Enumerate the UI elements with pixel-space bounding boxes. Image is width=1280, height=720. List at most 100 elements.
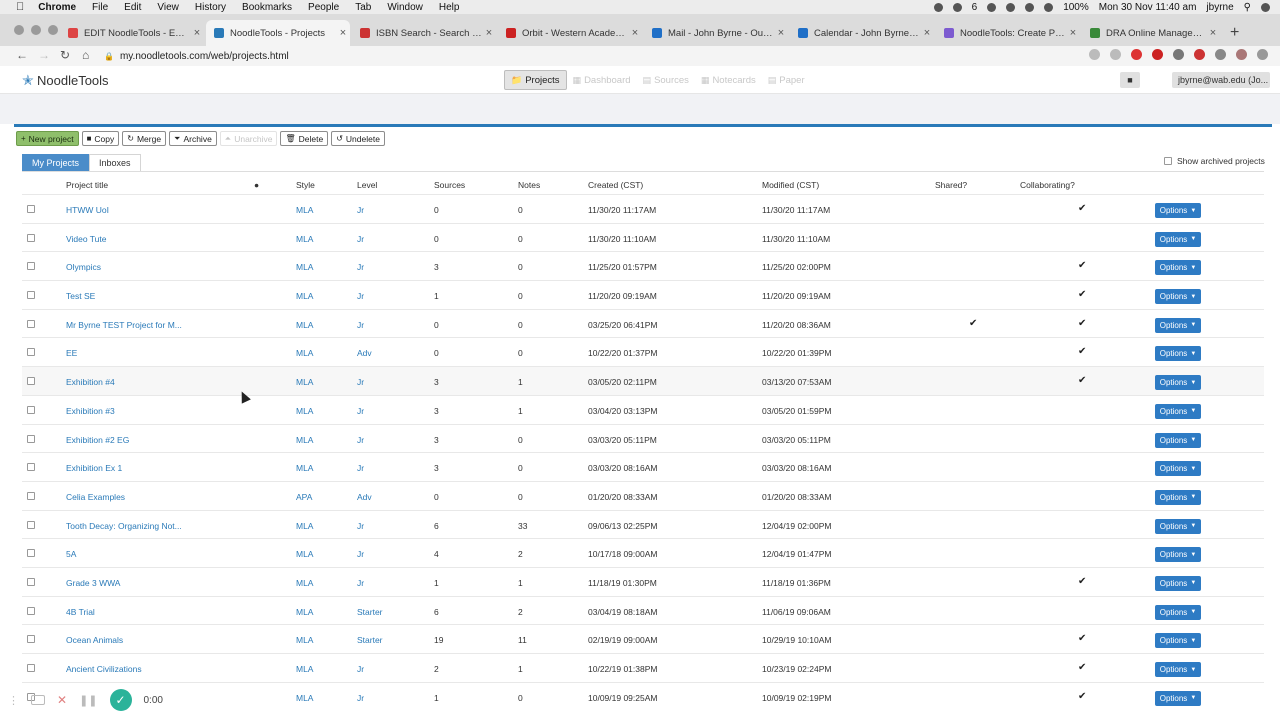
table-row[interactable]: Exhibition #2 EG MLA Jr 3 0 03/03/20 05:11PM 0… — [22, 423, 1264, 453]
menu-history[interactable]: History — [195, 2, 226, 13]
project-title-link[interactable]: Tooth Decay: Organizing Not... — [66, 521, 182, 531]
project-title-link[interactable]: Ancient Civilizations — [66, 664, 142, 674]
browser-tab[interactable]: EDIT NoodleTools - ES Libr × — [60, 20, 204, 46]
project-title-link[interactable]: Ocean Animals — [66, 635, 123, 645]
discard-icon[interactable]: ✕ — [57, 693, 67, 707]
options-button[interactable]: Options ▼ — [1155, 690, 1201, 706]
options-button[interactable]: Options ▼ — [1155, 231, 1201, 247]
table-row[interactable]: 4B Trial MLA Starter 6 2 03/04/19 08:18AM 11/0… — [22, 595, 1264, 625]
options-button[interactable]: Options ▼ — [1155, 461, 1201, 477]
options-button[interactable]: Options ▼ — [1155, 518, 1201, 534]
project-title-link[interactable]: Exhibition #4 — [66, 377, 115, 387]
undelete-button[interactable]: ↺ Undelete — [331, 131, 385, 146]
table-row[interactable]: Mr Byrne TEST Project for M... MLA Jr 0 0 03/… — [22, 308, 1264, 338]
extension-icon[interactable] — [1152, 49, 1163, 60]
camera-icon[interactable] — [31, 695, 45, 705]
options-button[interactable]: Options ▼ — [1155, 547, 1201, 563]
row-checkbox[interactable] — [27, 491, 35, 500]
project-level[interactable]: Jr — [357, 320, 364, 330]
finish-recording-button[interactable]: ✓ — [109, 689, 132, 711]
address-bar[interactable]: 🔒 my.noodletools.com/web/projects.html — [104, 48, 1084, 64]
table-row[interactable]: Video Tute MLA Jr 0 0 11/30/20 11:10AM 11/30/2… — [22, 222, 1264, 252]
row-checkbox[interactable] — [27, 606, 35, 615]
kebab-menu-icon[interactable] — [1257, 49, 1268, 60]
row-checkbox[interactable] — [27, 520, 35, 529]
citation-style[interactable]: MLA — [296, 549, 313, 559]
close-tab-icon[interactable]: × — [628, 27, 642, 39]
flag-icon[interactable] — [1025, 2, 1035, 12]
browser-tab[interactable]: Calendar - John Byrne - Ou × — [790, 20, 934, 46]
citation-style[interactable]: MLA — [296, 348, 313, 358]
reload-icon[interactable]: ↻ — [60, 48, 70, 62]
citation-style[interactable]: MLA — [296, 291, 313, 301]
col-collaborating[interactable]: Collaborating? — [1020, 180, 1075, 190]
merge-button[interactable]: ↻ Merge — [122, 131, 167, 146]
table-row[interactable]: 5A MLA Jr 4 2 10/17/18 09:00AM 12/04/19 01:47P… — [22, 538, 1264, 567]
table-row[interactable]: Exhibition Ex 1 MLA Jr 3 0 03/03/20 08:16AM 03… — [22, 452, 1264, 481]
col-shared[interactable]: Shared? — [935, 180, 967, 190]
project-title-link[interactable]: Grade 3 WWA — [66, 578, 120, 588]
project-level[interactable]: Jr — [357, 549, 364, 559]
options-button[interactable]: Options ▼ — [1155, 662, 1201, 677]
close-tab-icon[interactable]: × — [190, 27, 204, 39]
col-notes[interactable]: Notes — [518, 180, 540, 190]
pause-icon[interactable]: ❚❚ — [79, 694, 97, 707]
lock-icon[interactable]: 🔒 — [104, 52, 114, 61]
project-title-link[interactable]: 5A — [66, 549, 76, 559]
project-level[interactable]: Starter — [357, 607, 383, 617]
puzzle-icon[interactable] — [1215, 49, 1226, 60]
project-title-link[interactable]: Olympics — [66, 262, 101, 272]
citation-style[interactable]: MLA — [296, 607, 313, 617]
project-level[interactable]: Jr — [357, 463, 364, 473]
citation-style[interactable]: MLA — [296, 693, 313, 703]
nav-dashboard[interactable]: ▦ Dashboard — [567, 70, 637, 90]
browser-tab[interactable]: DRA Online Management S× — [1082, 20, 1220, 46]
options-button[interactable]: Options ▼ — [1155, 203, 1201, 218]
menu-tab[interactable]: Tab — [355, 2, 371, 13]
table-row[interactable]: Celia Examples APA Adv 0 0 01/20/20 08:33AM 01… — [22, 480, 1264, 510]
options-button[interactable]: Options ▼ — [1155, 289, 1201, 305]
citation-style[interactable]: MLA — [296, 578, 313, 588]
extension-icon[interactable] — [1173, 49, 1184, 60]
options-button[interactable]: Options ▼ — [1155, 260, 1201, 276]
options-button[interactable]: Options ▼ — [1155, 633, 1201, 649]
menu-view[interactable]: View — [157, 2, 179, 13]
browser-tab[interactable]: NoodleTools - Projects × — [206, 20, 350, 46]
archive-button[interactable]: ⏷ Archive — [169, 131, 217, 146]
project-level[interactable]: Jr — [357, 205, 364, 215]
citation-style[interactable]: MLA — [296, 635, 313, 645]
table-row[interactable]: Grade 3 WWA MLA Jr 1 1 11/18/19 01:30PM 11/18/… — [22, 566, 1264, 596]
project-level[interactable]: Jr — [357, 262, 364, 272]
citation-style[interactable]: MLA — [296, 205, 313, 215]
table-row[interactable]: Ocean Animals MLA Starter 19 11 02/19/19 09:0… — [22, 624, 1264, 653]
project-title-link[interactable]: Test SE — [66, 291, 95, 301]
table-row[interactable]: Exhibition #4 MLA Jr 3 1 03/05/20 02:11PM 03/1… — [22, 366, 1264, 395]
table-row[interactable]: Test SE MLA Jr 1 0 11/20/20 09:19AM 11/20/20 0… — [22, 280, 1264, 309]
clock[interactable]: Mon 30 Nov 11:40 am — [1099, 2, 1197, 13]
options-button[interactable]: Options ▼ — [1155, 375, 1201, 391]
row-checkbox[interactable] — [27, 405, 35, 414]
col-modified[interactable]: Modified (CST) — [762, 180, 819, 190]
menu-edit[interactable]: Edit — [124, 2, 141, 13]
col-sources[interactable]: Sources — [434, 180, 465, 190]
row-checkbox[interactable] — [27, 233, 35, 242]
project-level[interactable]: Jr — [357, 377, 364, 387]
profile-avatar[interactable] — [1236, 49, 1247, 60]
close-tab-icon[interactable]: × — [1066, 27, 1080, 39]
mic-icon[interactable] — [933, 2, 943, 12]
pinterest-icon[interactable] — [1131, 49, 1142, 60]
table-row[interactable]: Exhibition #3 MLA Jr 3 1 03/04/20 03:13PM 03/0… — [22, 394, 1264, 424]
spotlight-icon[interactable]: ⚲ — [1244, 2, 1251, 13]
table-row[interactable]: Olympics MLA Jr 3 0 11/25/20 01:57PM 11/25/20 … — [22, 251, 1264, 280]
options-button[interactable]: Options ▼ — [1155, 575, 1201, 591]
options-button[interactable]: Options ▼ — [1155, 317, 1201, 333]
menu-app-name[interactable]: Chrome — [38, 2, 76, 13]
citation-style[interactable]: MLA — [296, 521, 313, 531]
sync-icon[interactable] — [987, 2, 997, 12]
project-level[interactable]: Jr — [357, 406, 364, 416]
project-level[interactable]: Jr — [357, 291, 364, 301]
options-button[interactable]: Options ▼ — [1155, 346, 1201, 362]
volume-icon[interactable] — [1044, 2, 1054, 12]
row-checkbox[interactable] — [27, 434, 35, 443]
close-tab-icon[interactable]: × — [774, 27, 788, 39]
